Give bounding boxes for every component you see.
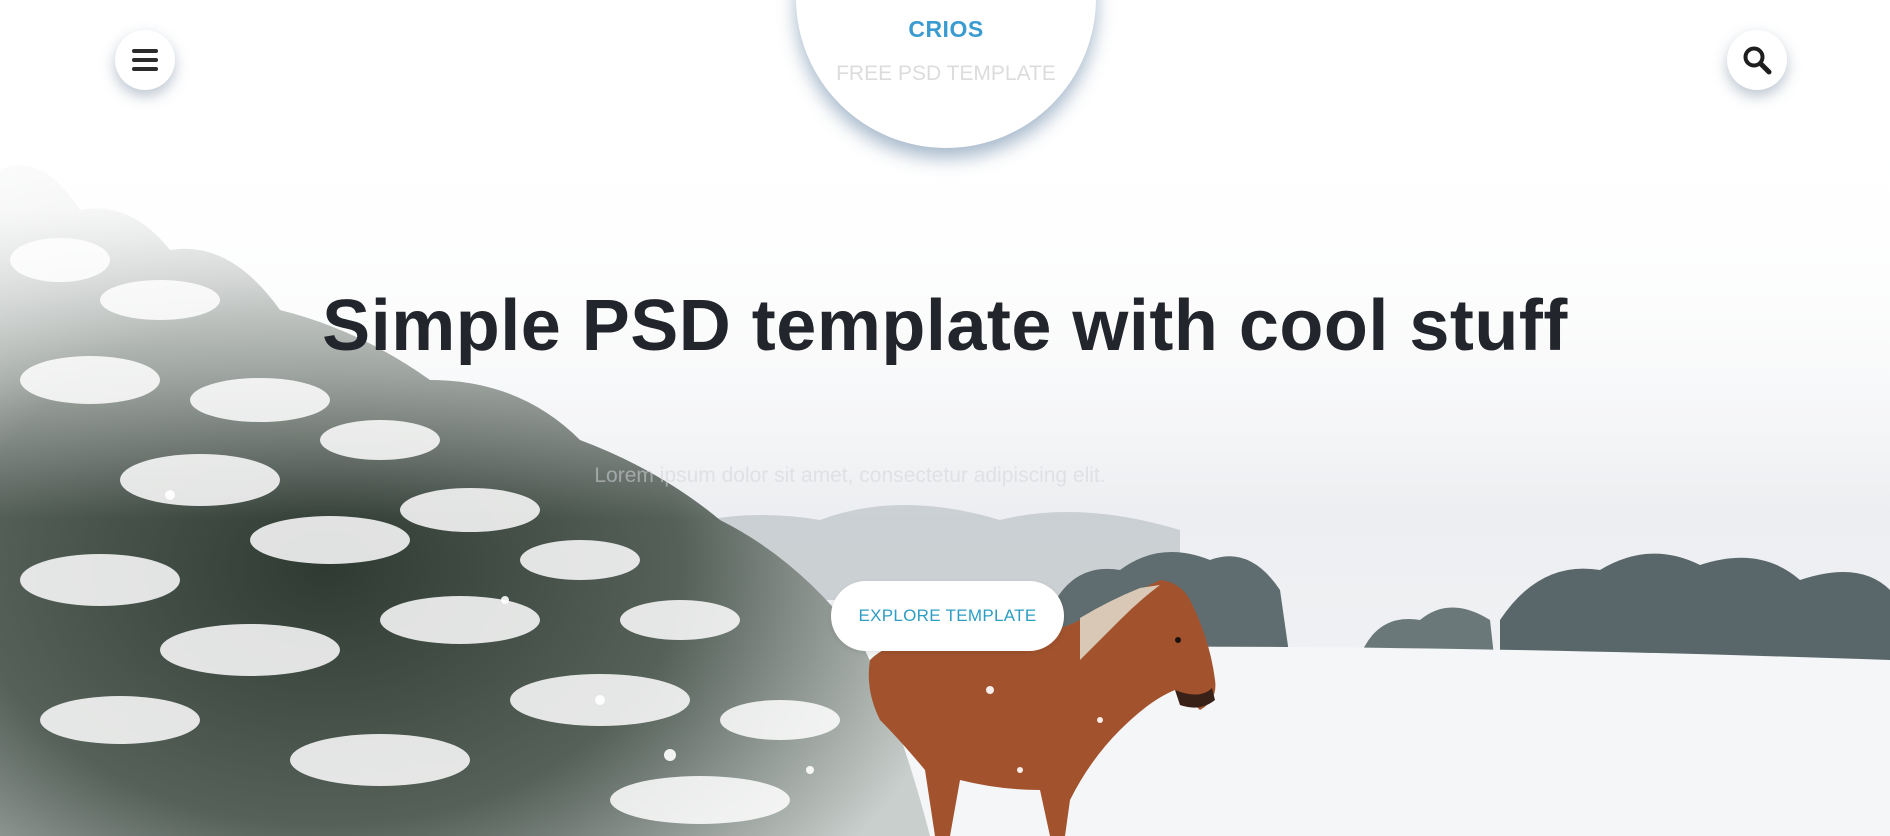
search-icon <box>1743 46 1772 75</box>
brand-subtitle: FREE PSD TEMPLATE <box>836 62 1056 85</box>
hero-headline: Simple PSD template with cool stuff <box>322 286 1568 366</box>
search-button[interactable] <box>1727 30 1787 90</box>
menu-button[interactable] <box>115 30 175 90</box>
explore-template-button[interactable]: EXPLORE TEMPLATE <box>831 581 1064 651</box>
hamburger-menu-icon <box>132 49 158 71</box>
brand-name: CRIOS <box>908 16 984 42</box>
hero-tagline: Lorem ipsum dolor sit amet, consectetur … <box>594 464 1106 487</box>
